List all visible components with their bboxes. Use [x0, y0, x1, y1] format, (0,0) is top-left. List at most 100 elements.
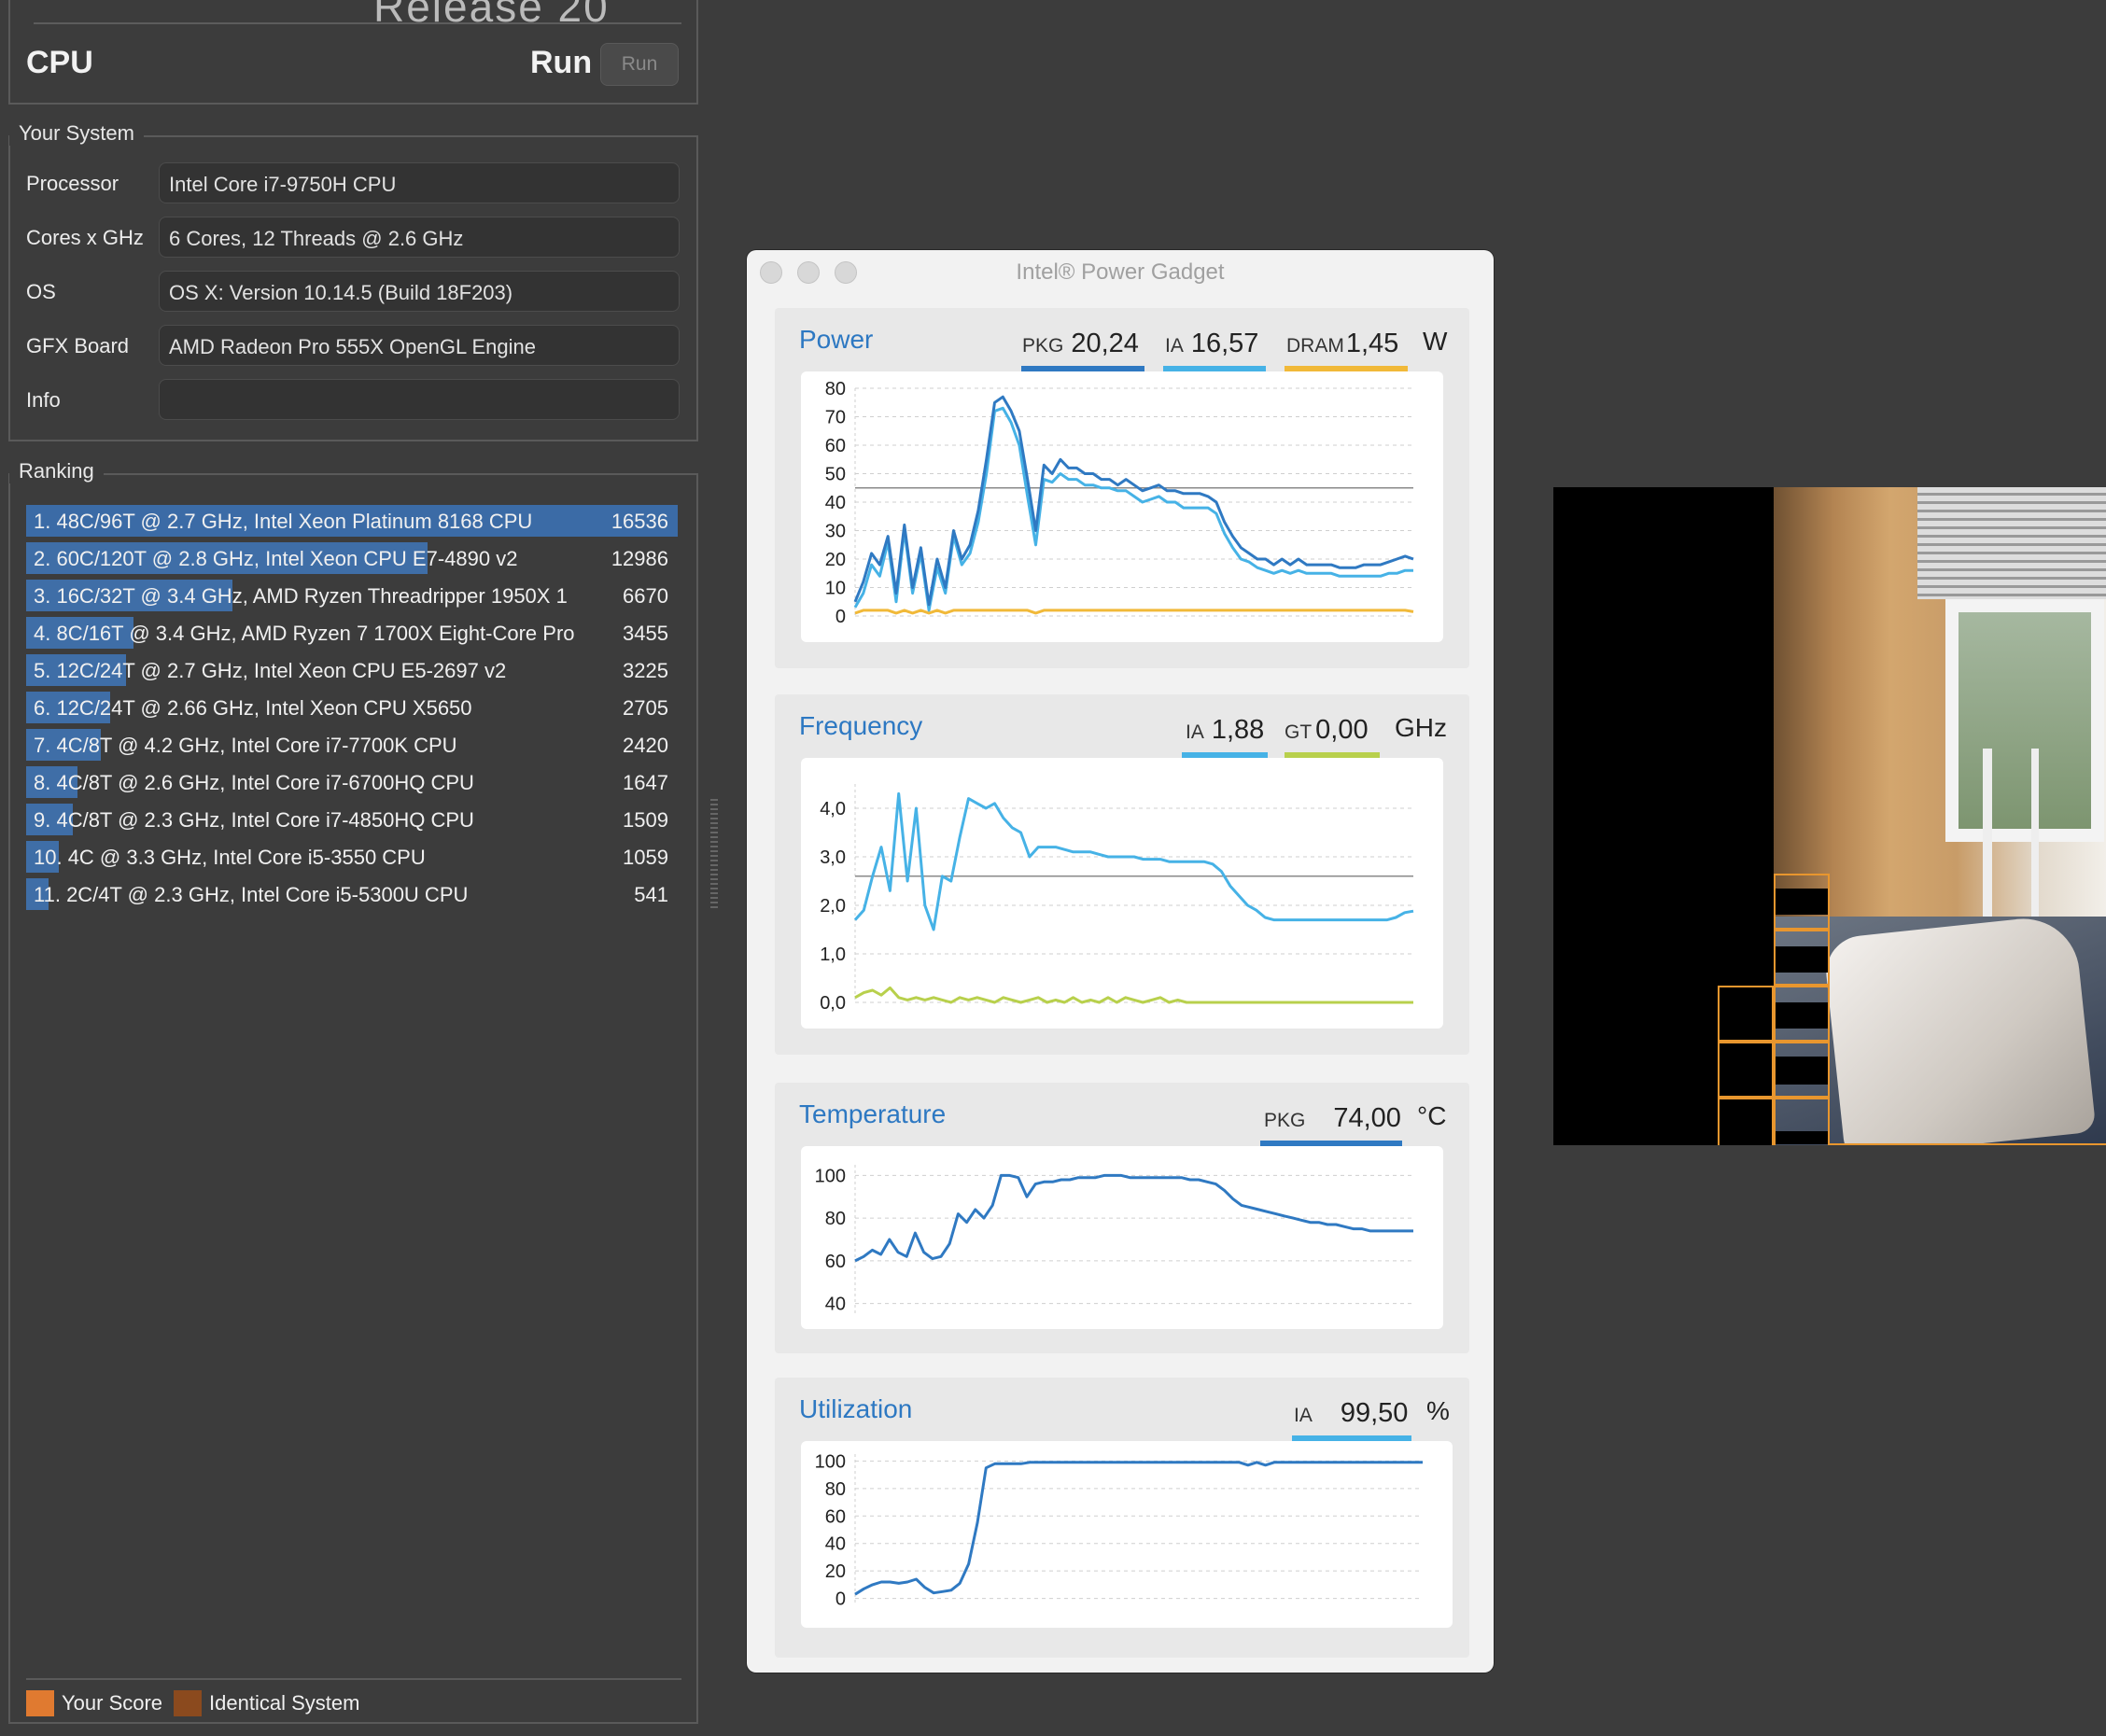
- ranking-row[interactable]: 5. 12C/24T @ 2.7 GHz, Intel Xeon CPU E5-…: [26, 653, 680, 691]
- render-bucket-pending: [1776, 1002, 1828, 1029]
- render-bucket: [1718, 1042, 1774, 1098]
- ranking-cpu-name: 2. 60C/120T @ 2.8 GHz, Intel Xeon CPU E7…: [34, 547, 518, 570]
- ranking-row[interactable]: 4. 8C/16T @ 3.4 GHz, AMD Ryzen 7 1700X E…: [26, 616, 680, 653]
- ranking-list: 1. 48C/96T @ 2.7 GHz, Intel Xeon Platinu…: [26, 504, 680, 915]
- ranking-score: 12986: [611, 547, 668, 570]
- render-bucket-pending: [1776, 946, 1828, 973]
- legend-label: Your Score: [62, 1691, 163, 1715]
- series-line-ia: [853, 406, 1413, 612]
- header-divider: [34, 22, 681, 24]
- metric-value: 1,88: [1211, 715, 1265, 745]
- axis-tick-label: 2,0: [820, 896, 846, 917]
- panel-splitter[interactable]: [710, 799, 718, 911]
- render-bucket: [1718, 986, 1774, 1042]
- ranking-cpu-name: 7. 4C/8T @ 4.2 GHz, Intel Core i7-7700K …: [34, 734, 457, 757]
- ranking-row[interactable]: 10. 4C @ 3.3 GHz, Intel Core i5-3550 CPU…: [26, 840, 680, 877]
- axis-tick-label: 3,0: [820, 847, 846, 868]
- frequency-chart: 4,0 3,0 2,0 1,0 0,0: [801, 758, 1443, 1029]
- power-unit: W: [1423, 327, 1448, 356]
- power-title: Power: [799, 325, 874, 354]
- render-bucket-pending: [1776, 889, 1828, 915]
- axis-tick-label: 50: [825, 465, 846, 485]
- ranking-row[interactable]: 2. 60C/120T @ 2.8 GHz, Intel Xeon CPU E7…: [26, 541, 680, 579]
- metric-label: PKG: [1022, 335, 1064, 357]
- ranking-title: Ranking: [9, 459, 104, 483]
- system-info-row: Processor Intel Core i7-9750H CPU: [26, 162, 680, 205]
- ranking-score: 16536: [611, 510, 668, 533]
- system-info-row: Cores x GHz 6 Cores, 12 Threads @ 2.6 GHz: [26, 217, 680, 259]
- power-chart: 80 70 60 50 40 30 20 10 0: [801, 371, 1443, 642]
- series-line-gt: [854, 986, 1413, 1004]
- power-chart-svg: 80 70 60 50 40 30 20 10 0: [825, 379, 1414, 627]
- power-ia-metric: IA 16,57: [1165, 329, 1258, 359]
- ranking-score: 2705: [623, 696, 668, 720]
- ranking-row[interactable]: 3. 16C/32T @ 3.4 GHz, AMD Ryzen Threadri…: [26, 579, 680, 616]
- power-pkg-metric: PKG 20,24: [1022, 329, 1139, 359]
- ranking-cpu-name: 3. 16C/32T @ 3.4 GHz, AMD Ryzen Threadri…: [34, 584, 568, 608]
- temperature-title: Temperature: [799, 1099, 947, 1128]
- metric-label: PKG: [1264, 1110, 1306, 1131]
- temperature-pkg-metric: PKG 74,00: [1264, 1103, 1401, 1134]
- rendered-pillow: [1822, 913, 2097, 1145]
- ranking-row[interactable]: 8. 4C/8T @ 2.6 GHz, Intel Core i7-6700HQ…: [26, 765, 680, 803]
- axis-tick-label: 20: [825, 1561, 846, 1582]
- power-panel: Power PKG 20,24 IA 16,57 DRAM 1,45 W 80 7…: [775, 308, 1469, 668]
- system-info-label: Cores x GHz: [26, 226, 144, 249]
- ranking-row[interactable]: 1. 48C/96T @ 2.7 GHz, Intel Xeon Platinu…: [26, 504, 680, 541]
- axis-tick-label: 80: [825, 1479, 846, 1500]
- system-info-field[interactable]: [159, 379, 680, 420]
- system-info-row: OS OS X: Version 10.14.5 (Build 18F203): [26, 271, 680, 314]
- ranking-row[interactable]: 6. 12C/24T @ 2.66 GHz, Intel Xeon CPU X5…: [26, 691, 680, 728]
- frequency-chart-svg: 4,0 3,0 2,0 1,0 0,0: [820, 784, 1414, 1014]
- ranking-score: 3455: [623, 622, 668, 645]
- system-info-row: GFX Board AMD Radeon Pro 555X OpenGL Engi…: [26, 325, 680, 368]
- cpu-benchmark-box: [8, 0, 698, 105]
- ranking-cpu-name: 11. 2C/4T @ 2.3 GHz, Intel Core i5-5300U…: [34, 883, 469, 906]
- ranking-score: 3225: [623, 659, 668, 682]
- ranking-cpu-name: 5. 12C/24T @ 2.7 GHz, Intel Xeon CPU E5-…: [34, 659, 507, 682]
- system-info-field[interactable]: AMD Radeon Pro 555X OpenGL Engine: [159, 325, 680, 366]
- metric-value: 1,45: [1345, 329, 1399, 358]
- render-bucket-pending: [1776, 1131, 1828, 1144]
- metric-label: IA: [1186, 721, 1204, 743]
- metric-label: GT: [1285, 721, 1313, 743]
- system-info-label: OS: [26, 280, 56, 303]
- ranking-score: 541: [634, 883, 668, 906]
- system-info-label: Processor: [26, 172, 119, 195]
- ranking-cpu-name: 10. 4C @ 3.3 GHz, Intel Core i5-3550 CPU: [34, 846, 426, 869]
- ranking-cpu-name: 1. 48C/96T @ 2.7 GHz, Intel Xeon Platinu…: [34, 510, 533, 533]
- utilization-chart-svg: 100 80 60 40 20 0: [815, 1451, 1423, 1610]
- axis-tick-label: 0,0: [820, 993, 846, 1014]
- system-info-field[interactable]: 6 Cores, 12 Threads @ 2.6 GHz: [159, 217, 680, 258]
- legend-divider: [26, 1678, 681, 1680]
- axis-tick-label: 0: [835, 1589, 846, 1610]
- axis-tick-label: 0: [835, 607, 846, 627]
- axis-tick-label: 70: [825, 408, 846, 428]
- system-info-field[interactable]: Intel Core i7-9750H CPU: [159, 162, 680, 203]
- axis-tick-label: 20: [825, 550, 846, 570]
- frequency-ia-metric: IA 1,88: [1186, 715, 1264, 746]
- window-title: Intel® Power Gadget: [1016, 259, 1225, 285]
- frequency-title: Frequency: [799, 711, 923, 740]
- frequency-gt-metric: GT 0,00: [1285, 715, 1369, 746]
- axis-tick-label: 40: [825, 1534, 846, 1555]
- ranking-row[interactable]: 7. 4C/8T @ 4.2 GHz, Intel Core i7-7700K …: [26, 728, 680, 765]
- axis-tick-label: 60: [825, 436, 846, 456]
- axis-tick-label: 4,0: [820, 799, 846, 819]
- ranking-row[interactable]: 9. 4C/8T @ 2.3 GHz, Intel Core i7-4850HQ…: [26, 803, 680, 840]
- metric-label: DRAM: [1286, 335, 1344, 357]
- axis-tick-label: 1,0: [820, 945, 846, 965]
- your-system-title: Your System: [9, 121, 144, 146]
- temperature-panel: Temperature PKG 74,00 °C 100 80 60 40: [775, 1083, 1469, 1353]
- system-info-field[interactable]: OS X: Version 10.14.5 (Build 18F203): [159, 271, 680, 312]
- power-gadget-window: Intel® Power Gadget Power PKG 20,24 IA 1…: [747, 250, 1494, 1673]
- ranking-row[interactable]: 11. 2C/4T @ 2.3 GHz, Intel Core i5-5300U…: [26, 877, 680, 915]
- ranking-score: 2420: [623, 734, 668, 757]
- ranking-cpu-name: 9. 4C/8T @ 2.3 GHz, Intel Core i7-4850HQ…: [34, 808, 474, 832]
- system-info-row: Info: [26, 379, 680, 422]
- axis-tick-label: 60: [825, 1506, 846, 1527]
- power-dram-metric: DRAM 1,45: [1286, 329, 1398, 359]
- axis-tick-label: 40: [825, 493, 846, 513]
- run-button[interactable]: Run: [600, 43, 679, 86]
- metric-value: 99,50: [1340, 1398, 1409, 1428]
